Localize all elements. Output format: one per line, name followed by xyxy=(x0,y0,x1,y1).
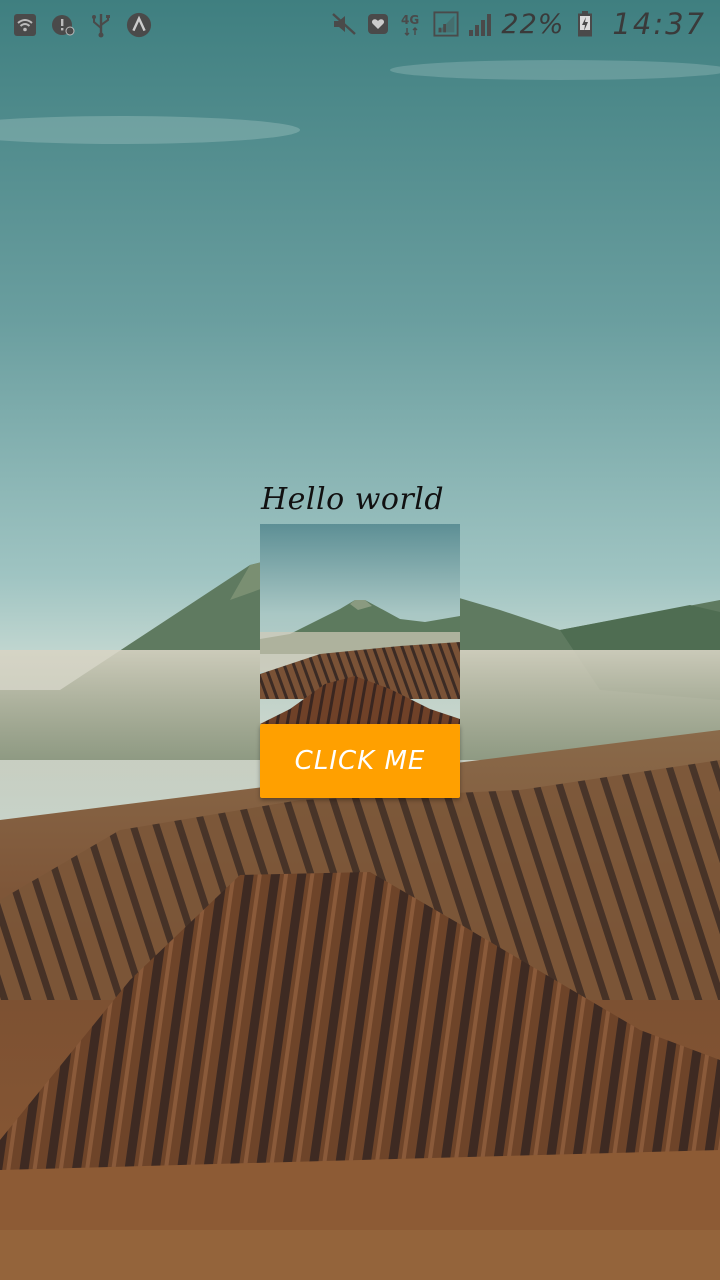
android-studio-icon xyxy=(126,12,152,38)
signal-box-icon xyxy=(433,11,459,37)
status-left-icons xyxy=(12,10,152,40)
heart-shield-icon xyxy=(365,11,391,37)
mute-icon xyxy=(331,11,357,37)
wifi-icon xyxy=(12,12,38,38)
mountain-image xyxy=(260,524,460,724)
usb-icon xyxy=(88,12,114,38)
greeting-text: Hello world xyxy=(261,482,445,517)
status-right-icons: 4G 22% 14:37 xyxy=(331,7,706,41)
status-bar: 4G 22% 14:37 xyxy=(0,0,720,50)
alert-icon xyxy=(50,12,76,38)
network-type-label: 4G xyxy=(401,13,419,27)
click-me-button[interactable]: CLICK ME xyxy=(260,724,460,798)
status-clock: 14:37 xyxy=(612,7,706,41)
battery-percentage: 22% xyxy=(501,8,565,40)
battery-charging-icon xyxy=(572,11,598,37)
app-screen: 4G 22% 14:37 Hello world CLICK ME xyxy=(0,0,720,1280)
network-4g-icon: 4G xyxy=(399,11,425,37)
signal-icon xyxy=(467,11,493,37)
